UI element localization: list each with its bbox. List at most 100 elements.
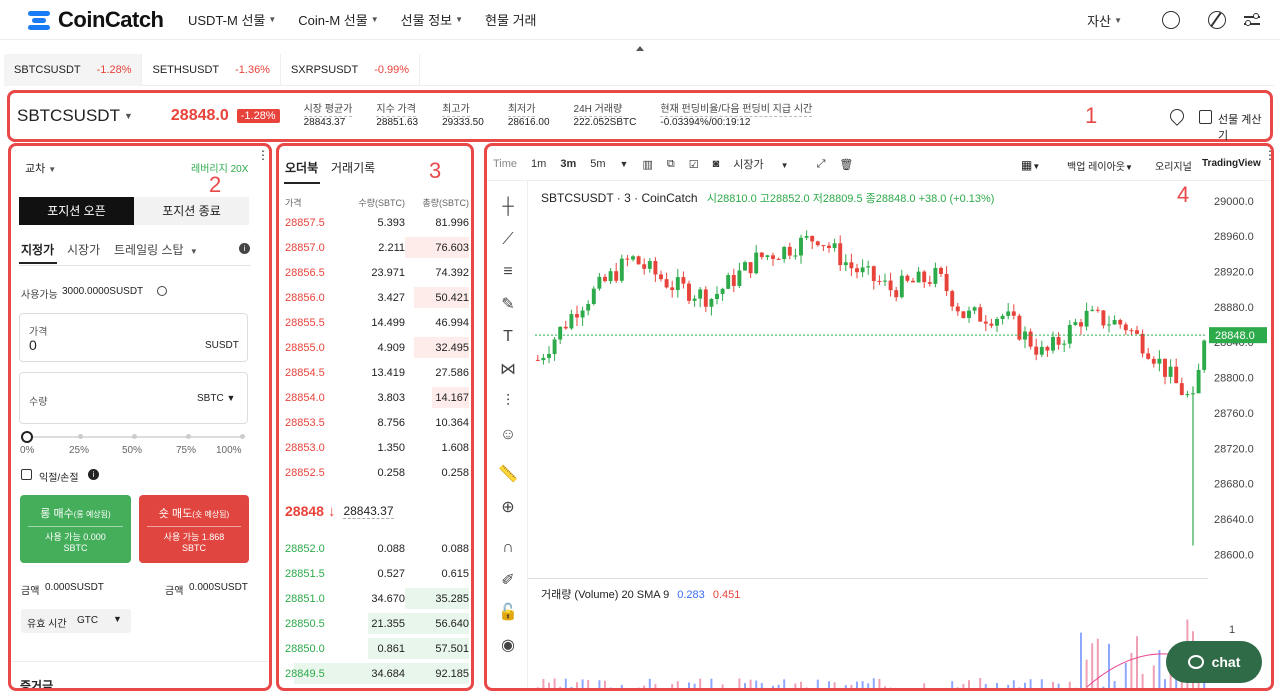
ask-row[interactable]: 28857.5 5.393 81.996 bbox=[285, 210, 469, 235]
info-icon[interactable]: i bbox=[88, 469, 99, 480]
tpsl-checkbox[interactable] bbox=[21, 469, 32, 480]
margin-mode-select[interactable]: 교차 ▼ bbox=[25, 160, 56, 176]
volume-bar bbox=[974, 689, 976, 691]
zoom-in-icon[interactable]: ⊕ bbox=[495, 492, 521, 525]
fullscreen-icon[interactable]: ⤢ bbox=[817, 158, 826, 171]
ask-row[interactable]: 28857.0 2.211 76.603 bbox=[285, 235, 469, 260]
price-input[interactable]: 가격 0 SUSDT bbox=[19, 313, 248, 362]
volume-bar bbox=[1147, 687, 1150, 688]
tradingview-tab[interactable]: TradingView bbox=[1202, 158, 1261, 169]
long-buy-button[interactable]: 롱 매수(롱 예상됨) 사용 가능 0.000 SBTC bbox=[20, 495, 131, 563]
ask-row[interactable]: 28856.0 3.427 50.421 bbox=[285, 285, 469, 310]
camera-icon[interactable]: ◙ bbox=[713, 158, 720, 170]
backup-layout-select[interactable]: 백업 레이아웃▼ bbox=[1067, 158, 1133, 173]
ask-row[interactable]: 28854.5 13.419 27.586 bbox=[285, 360, 469, 385]
nav-usdtm-futures[interactable]: USDT-M 선물 ▼ bbox=[188, 10, 276, 29]
ruler-icon[interactable]: 📏 bbox=[495, 459, 521, 492]
nav-futures-info[interactable]: 선물 정보 ▼ bbox=[401, 10, 463, 29]
horizontal-lines-icon[interactable]: ≡ bbox=[495, 256, 521, 289]
emoji-icon[interactable]: ☺ bbox=[495, 419, 521, 452]
transfer-icon[interactable] bbox=[157, 286, 167, 296]
ask-row[interactable]: 28853.0 1.350 1.608 bbox=[285, 435, 469, 460]
interval-3m[interactable]: 3m bbox=[560, 158, 576, 170]
bid-row[interactable]: 28851.0 34.670 35.285 bbox=[285, 586, 469, 611]
order-type-trailing-stop[interactable]: 트레일링 스탑 ▼ bbox=[114, 241, 198, 258]
close-position-tab[interactable]: 포지션 종료 bbox=[134, 197, 249, 225]
more-menu-icon[interactable]: ⋮ bbox=[257, 148, 269, 162]
candlestick-chart[interactable]: 29000.028960.028920.028880.028840.028800… bbox=[527, 182, 1274, 691]
nav-coinm-futures[interactable]: Coin-M 선물 ▼ bbox=[298, 10, 378, 29]
candle-body bbox=[776, 258, 781, 260]
bid-row[interactable]: 28851.5 0.527 0.615 bbox=[285, 561, 469, 586]
layout-grid-icon[interactable]: ▦▼ bbox=[1021, 158, 1040, 172]
volume-bar bbox=[688, 682, 690, 688]
coincatch-logo[interactable]: CoinCatch bbox=[28, 7, 188, 33]
interval-1m[interactable]: 1m bbox=[531, 158, 546, 170]
bar-style-icon[interactable]: ▥ bbox=[642, 158, 652, 171]
indicators-icon[interactable]: ☑ bbox=[689, 158, 699, 171]
chart-more-menu-icon[interactable]: ⋮ bbox=[1264, 148, 1276, 162]
chat-button[interactable]: chat bbox=[1166, 641, 1262, 683]
interval-5m[interactable]: 5m bbox=[590, 158, 605, 170]
slider-handle[interactable] bbox=[21, 431, 33, 443]
collapse-toggle[interactable] bbox=[600, 46, 680, 51]
bid-row[interactable]: 28850.5 21.355 56.640 bbox=[285, 611, 469, 636]
eye-icon[interactable]: ◉ bbox=[495, 630, 521, 663]
quantity-input[interactable]: 수량 SBTC ▼ bbox=[19, 372, 248, 424]
bulb-icon[interactable] bbox=[1162, 11, 1180, 29]
nav-spot-trading[interactable]: 현물 거래 bbox=[485, 10, 536, 29]
bid-total: 92.185 bbox=[435, 667, 469, 680]
order-type-limit[interactable]: 지정가 bbox=[21, 241, 54, 258]
ask-row[interactable]: 28855.0 4.909 32.495 bbox=[285, 335, 469, 360]
indicator-market-select[interactable]: 시장가 ▼ bbox=[733, 156, 802, 172]
leverage-slider[interactable]: 0% 25% 50% 75% 100% bbox=[20, 431, 249, 461]
bid-row[interactable]: 28850.0 0.861 57.501 bbox=[285, 636, 469, 661]
ask-row[interactable]: 28853.5 8.756 10.364 bbox=[285, 410, 469, 435]
globe-icon[interactable] bbox=[1208, 11, 1226, 29]
lock-drawing-icon[interactable]: ✐ bbox=[495, 565, 521, 598]
trash-icon[interactable]: 🗑 bbox=[839, 158, 853, 171]
time-in-force-select[interactable]: 유효 시간 GTC ▼ bbox=[21, 609, 131, 633]
info-icon[interactable]: i bbox=[239, 243, 250, 254]
tab-orderbook[interactable]: 오더북 bbox=[285, 159, 318, 176]
bid-row[interactable]: 28849.5 34.684 92.185 bbox=[285, 661, 469, 686]
interval-time[interactable]: Time bbox=[493, 158, 517, 170]
symbol-selector[interactable]: SBTCSUSDT ▼ bbox=[17, 106, 133, 126]
original-view-tab[interactable]: 오리지널 bbox=[1155, 158, 1192, 173]
candle-body bbox=[1011, 311, 1016, 316]
button-divider bbox=[28, 526, 123, 527]
unlock-icon[interactable]: 🔓 bbox=[495, 597, 521, 630]
pattern-icon[interactable]: ⋈ bbox=[495, 354, 521, 387]
calculator-icon[interactable] bbox=[1199, 110, 1212, 124]
symbol-tab-sbtc[interactable]: SBTCSUSDT -1.28% bbox=[4, 54, 143, 86]
brush-icon[interactable]: ✎ bbox=[495, 289, 521, 322]
candle-body bbox=[804, 235, 809, 238]
short-sell-button[interactable]: 숏 매도(숏 예상됨) 사용 가능 1.868 SBTC bbox=[139, 495, 249, 563]
text-tool-icon[interactable]: T bbox=[495, 321, 521, 354]
tab-trade-history[interactable]: 거래기록 bbox=[331, 159, 375, 176]
ask-row[interactable]: 28852.5 0.258 0.258 bbox=[285, 460, 469, 485]
ask-row[interactable]: 28856.5 23.971 74.392 bbox=[285, 260, 469, 285]
interval-dropdown-icon[interactable]: ▼ bbox=[620, 159, 629, 169]
magnet-icon[interactable]: ∩ bbox=[495, 532, 521, 565]
futures-calculator-link[interactable]: 선물 계산기 bbox=[1218, 111, 1270, 143]
measure-lines-icon[interactable]: ⫶ bbox=[495, 386, 521, 419]
order-type-market[interactable]: 시장가 bbox=[67, 241, 100, 258]
ask-row[interactable]: 28855.5 14.499 46.994 bbox=[285, 310, 469, 335]
candle-style-icon[interactable]: ⧉ bbox=[667, 158, 675, 171]
location-pin-icon[interactable] bbox=[1167, 106, 1187, 126]
symbol-tab-seth[interactable]: SETHSUSDT -1.36% bbox=[142, 54, 281, 86]
nav-assets[interactable]: 자산 ▼ bbox=[1087, 11, 1122, 30]
symbol-tab-sxrp[interactable]: SXRPSUSDT -0.99% bbox=[281, 54, 421, 86]
trendline-icon[interactable]: ⟋ bbox=[495, 224, 521, 257]
open-position-tab[interactable]: 포지션 오픈 bbox=[19, 197, 134, 225]
crosshair-icon[interactable]: ┼ bbox=[495, 191, 521, 224]
ask-row[interactable]: 28854.0 3.803 14.167 bbox=[285, 385, 469, 410]
ask-price: 28856.0 bbox=[285, 291, 325, 304]
quantity-unit-select[interactable]: SBTC ▼ bbox=[197, 393, 235, 404]
bid-row[interactable]: 28852.0 0.088 0.088 bbox=[285, 536, 469, 561]
volume-bar bbox=[1152, 665, 1155, 688]
candle-body bbox=[1079, 322, 1083, 327]
settings-icon[interactable] bbox=[1244, 13, 1260, 27]
ask-total: 46.994 bbox=[435, 316, 469, 329]
